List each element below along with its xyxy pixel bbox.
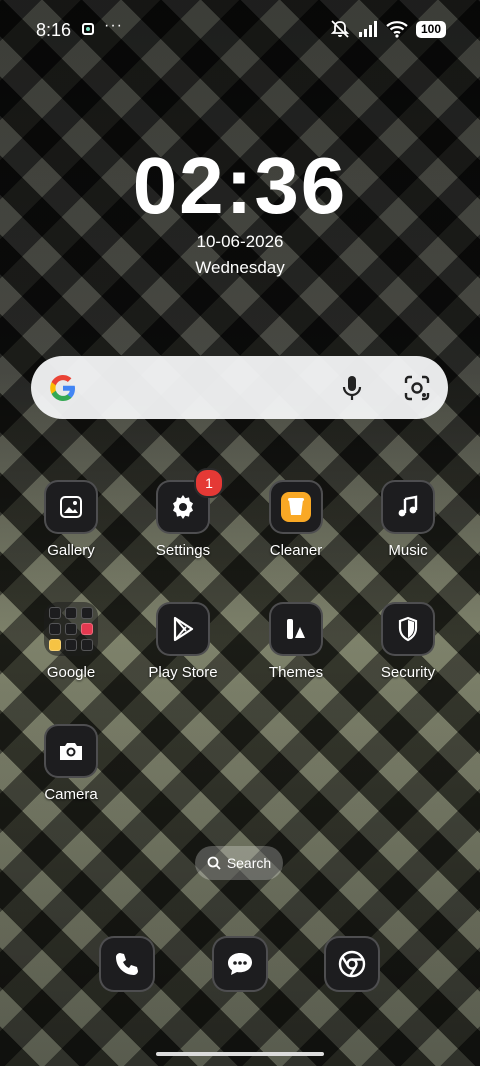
themes-icon — [269, 602, 323, 656]
mini-app-icon — [81, 639, 93, 651]
app-label: Camera — [44, 786, 98, 803]
camera-icon — [44, 724, 98, 778]
app-label: Themes — [268, 664, 324, 681]
app-label: Gallery — [47, 542, 95, 559]
dock-chrome[interactable] — [324, 936, 380, 992]
google-search-bar[interactable] — [31, 356, 448, 419]
trash-icon — [269, 480, 323, 534]
music-note-icon — [381, 480, 435, 534]
gallery-icon — [44, 480, 98, 534]
folder-icon — [44, 602, 98, 656]
mic-icon[interactable] — [339, 374, 365, 402]
status-time: 8:16 — [36, 20, 72, 40]
google-logo — [50, 375, 75, 401]
app-gallery[interactable]: Gallery — [21, 480, 121, 559]
more-notifications-icon: ··· — [104, 17, 123, 34]
app-label: Settings — [155, 542, 211, 559]
folder-google[interactable]: Google — [21, 602, 121, 681]
clock-widget-time[interactable]: 02:36 — [0, 140, 480, 232]
mini-app-icon — [81, 623, 93, 635]
search-icon — [207, 856, 221, 870]
notification-badge: 1 — [194, 468, 224, 498]
status-icons: 100 — [330, 20, 446, 38]
signal-icon — [358, 21, 377, 37]
app-label: Cleaner — [269, 542, 323, 559]
app-settings[interactable]: 1 Settings — [133, 468, 233, 559]
app-search-button[interactable]: Search — [195, 846, 283, 880]
app-camera[interactable]: Camera — [21, 724, 121, 803]
mute-icon — [330, 20, 350, 38]
mini-app-icon — [49, 607, 61, 619]
mini-app-icon — [81, 607, 93, 619]
mini-app-icon — [49, 639, 61, 651]
battery-icon: 100 — [415, 20, 446, 38]
app-music[interactable]: Music — [358, 480, 458, 559]
chrome-icon — [338, 950, 366, 978]
app-label: Music — [388, 542, 428, 559]
mini-app-icon — [65, 623, 77, 635]
wifi-icon — [386, 20, 408, 38]
phone-icon — [116, 953, 138, 975]
clock-widget-weekday: Wednesday — [195, 258, 285, 277]
clock-widget-date: 10-06-2026 — [196, 232, 284, 251]
home-indicator[interactable] — [156, 1052, 324, 1056]
mini-app-icon — [49, 623, 61, 635]
notification-icon — [82, 23, 94, 35]
lens-icon[interactable] — [403, 374, 431, 402]
mini-app-icon — [65, 639, 77, 651]
shield-icon — [381, 602, 435, 656]
app-search-label: Search — [226, 855, 272, 871]
dock-messages[interactable] — [212, 936, 268, 992]
app-cleaner[interactable]: Cleaner — [246, 480, 346, 559]
app-label: Google — [46, 664, 96, 681]
status-bar: 8:16 ··· 100 — [0, 0, 480, 60]
app-security[interactable]: Security — [358, 602, 458, 681]
mini-app-icon — [65, 607, 77, 619]
gear-icon: 1 — [156, 468, 224, 534]
app-themes[interactable]: Themes — [246, 602, 346, 681]
app-label: Play Store — [148, 664, 218, 681]
messages-icon — [228, 953, 252, 975]
app-play-store[interactable]: Play Store — [133, 602, 233, 681]
play-store-icon — [156, 602, 210, 656]
dock-phone[interactable] — [99, 936, 155, 992]
app-label: Security — [380, 664, 436, 681]
